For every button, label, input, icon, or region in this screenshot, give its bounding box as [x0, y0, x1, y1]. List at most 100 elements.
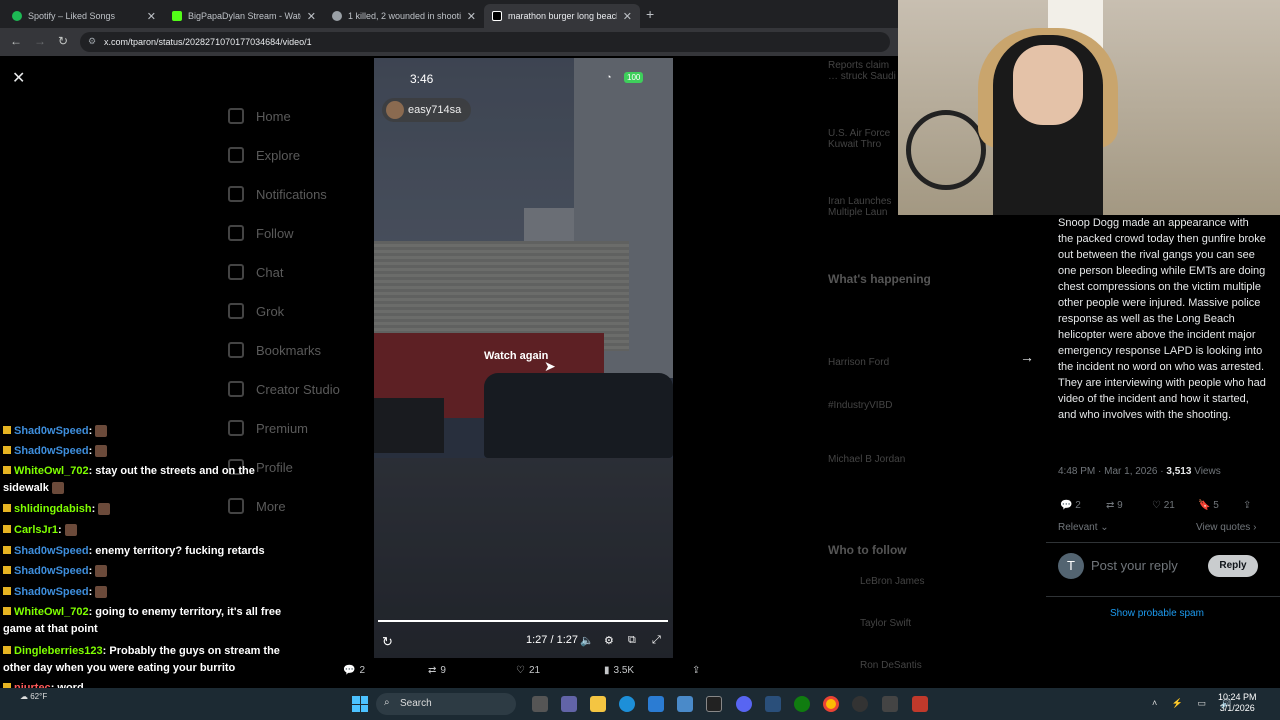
forward-icon[interactable]: → — [34, 34, 46, 48]
clock-date: 3/1/2026 — [1219, 703, 1255, 713]
chat-username[interactable]: WhiteOwl_702 — [14, 465, 89, 477]
tweet-timestamp[interactable]: 4:48 PM · Mar 1, 2026 · — [1058, 466, 1166, 477]
chat-text: : enemy territory? fucking retards — [88, 545, 265, 557]
tab-x-active[interactable]: marathon burger long beach - ✕ — [484, 4, 640, 28]
mail-app-icon[interactable] — [648, 696, 664, 712]
reply-icon: 💬 — [343, 665, 356, 676]
tab-kick[interactable]: BigPapaDylan Stream - Watch L ✕ — [164, 4, 324, 28]
close-viewer-icon[interactable]: ✕ — [12, 68, 25, 88]
edge-icon[interactable] — [619, 696, 635, 712]
taskbar-search[interactable]: ⌕ Search — [376, 693, 516, 715]
like-action[interactable]: ♡ 21 — [516, 665, 540, 676]
file-explorer-icon[interactable] — [590, 696, 606, 712]
follow-suggestion: Taylor Swift — [860, 618, 912, 629]
app-icon[interactable] — [912, 696, 928, 712]
weather-widget[interactable]: ☁ 62°F — [20, 692, 47, 701]
tweet-repost-action[interactable]: ⇄ 9 — [1106, 500, 1123, 511]
new-tab-icon[interactable]: + — [646, 6, 654, 22]
heart-icon: ♡ — [1152, 500, 1161, 511]
repost-action[interactable]: ⇄ 9 — [428, 665, 446, 676]
close-tab-icon[interactable]: ✕ — [467, 10, 476, 23]
analytics-icon: ▮ — [604, 665, 610, 676]
sort-dropdown[interactable]: Relevant ⌄ — [1058, 522, 1109, 533]
app-icon[interactable] — [706, 696, 722, 712]
volume-icon[interactable]: 🔈 — [580, 634, 594, 647]
next-media-arrow-icon[interactable]: → — [1020, 349, 1034, 365]
chat-username[interactable]: Dingleberries123 — [14, 645, 103, 657]
tweet-text: Snoop Dogg made an appearance with the p… — [1058, 217, 1266, 421]
sidebar-label: Home — [256, 108, 291, 124]
video-player[interactable]: 3:46 ◔ 100 easy714sa Watch again ➤ ↻ 1:2… — [374, 58, 673, 658]
url-text: x.com/tparon/status/2028271070177034684/… — [104, 37, 312, 47]
reply-action[interactable]: 💬 2 — [343, 665, 365, 676]
chrome-icon[interactable] — [823, 696, 839, 712]
sidebar-label: Follow — [256, 225, 294, 241]
close-tab-icon[interactable]: ✕ — [147, 10, 156, 23]
tweet-share-action[interactable]: ⇪ — [1243, 500, 1251, 511]
chat-username[interactable]: WhiteOwl_702 — [14, 606, 89, 618]
repost-count: 9 — [440, 665, 446, 676]
follow-suggestion: Ron DeSantis — [860, 660, 922, 671]
reply-count: 2 — [1075, 500, 1081, 511]
fullscreen-icon[interactable]: ⤢ — [652, 634, 661, 647]
view-count: 3.5K — [613, 665, 635, 676]
chat-username[interactable]: Shad0wSpeed — [14, 545, 89, 557]
x-logo-icon — [492, 11, 502, 21]
news-item: Reports claim … struck Saudi — [828, 60, 896, 82]
reload-icon[interactable]: ↻ — [58, 34, 68, 48]
share-action[interactable]: ⇪ — [692, 665, 700, 676]
chat-text: : — [91, 503, 96, 515]
tweet-reply-action[interactable]: 💬 2 — [1060, 500, 1081, 511]
store-icon[interactable] — [677, 696, 693, 712]
discord-icon[interactable] — [736, 696, 752, 712]
sidebar-item-home: Home — [228, 108, 291, 124]
home-icon — [228, 108, 244, 124]
view-quotes-link[interactable]: View quotes › — [1196, 522, 1256, 533]
chevron-right-icon: › — [1253, 522, 1257, 533]
chat-badge-icon — [3, 446, 11, 454]
chat-emote-icon — [95, 445, 108, 458]
chat-username[interactable]: shlidingdabish — [14, 503, 92, 515]
close-tab-icon[interactable]: ✕ — [307, 10, 316, 23]
reply-button[interactable]: Reply — [1208, 555, 1258, 577]
taskbar-clock[interactable]: 10:24 PM 3/1/2026 — [1218, 692, 1257, 714]
chat-username[interactable]: CarlsJr1 — [14, 524, 58, 536]
close-tab-icon[interactable]: ✕ — [623, 10, 632, 23]
tweet-like-action[interactable]: ♡ 21 — [1152, 500, 1175, 511]
replay-icon[interactable]: ↻ — [382, 634, 393, 650]
views-action[interactable]: ▮ 3.5K — [604, 665, 634, 676]
reply-input[interactable]: Post your reply — [1091, 558, 1178, 573]
app-icon[interactable] — [882, 696, 898, 712]
chat-badge-icon — [3, 546, 11, 554]
watch-again-button[interactable]: Watch again — [484, 350, 548, 362]
chat-username[interactable]: Shad0wSpeed — [14, 425, 89, 437]
teams-icon[interactable] — [561, 696, 577, 712]
chat-badge-icon — [3, 504, 11, 512]
chat-message: Shad0wSpeed: enemy territory? fucking re… — [3, 543, 293, 560]
start-button[interactable] — [352, 696, 368, 712]
repost-icon: ⇄ — [428, 665, 437, 676]
chat-username[interactable]: Shad0wSpeed — [14, 586, 89, 598]
divider — [1046, 542, 1280, 543]
chat-username[interactable]: Shad0wSpeed — [14, 445, 89, 457]
chat-message: CarlsJr1: — [3, 522, 293, 539]
show-spam-link[interactable]: Show probable spam — [1110, 608, 1204, 619]
chat-text: : — [58, 524, 62, 536]
bookmark-icon: 🔖 — [1198, 500, 1211, 511]
task-view-icon[interactable] — [532, 696, 548, 712]
chat-username[interactable]: Shad0wSpeed — [14, 565, 89, 577]
settings-icon[interactable]: ⚙ — [604, 634, 614, 647]
obs-icon[interactable] — [852, 696, 868, 712]
avatar: T — [1058, 553, 1084, 579]
xbox-icon[interactable] — [794, 696, 810, 712]
address-bar[interactable]: ⚙ x.com/tparon/status/202827107017703468… — [80, 32, 890, 52]
tab-news[interactable]: 1 killed, 2 wounded in shooting ✕ — [324, 4, 484, 28]
tab-spotify[interactable]: Spotify – Liked Songs ✕ — [4, 4, 164, 28]
site-info-icon[interactable]: ⚙ — [88, 36, 96, 47]
app-icon[interactable] — [765, 696, 781, 712]
tweet-bookmark-action[interactable]: 🔖 5 — [1198, 500, 1219, 511]
back-icon[interactable]: ← — [10, 34, 22, 48]
like-count: 21 — [528, 665, 541, 676]
pip-icon[interactable]: ⧉ — [628, 634, 636, 647]
chat-badge-icon — [3, 426, 11, 434]
